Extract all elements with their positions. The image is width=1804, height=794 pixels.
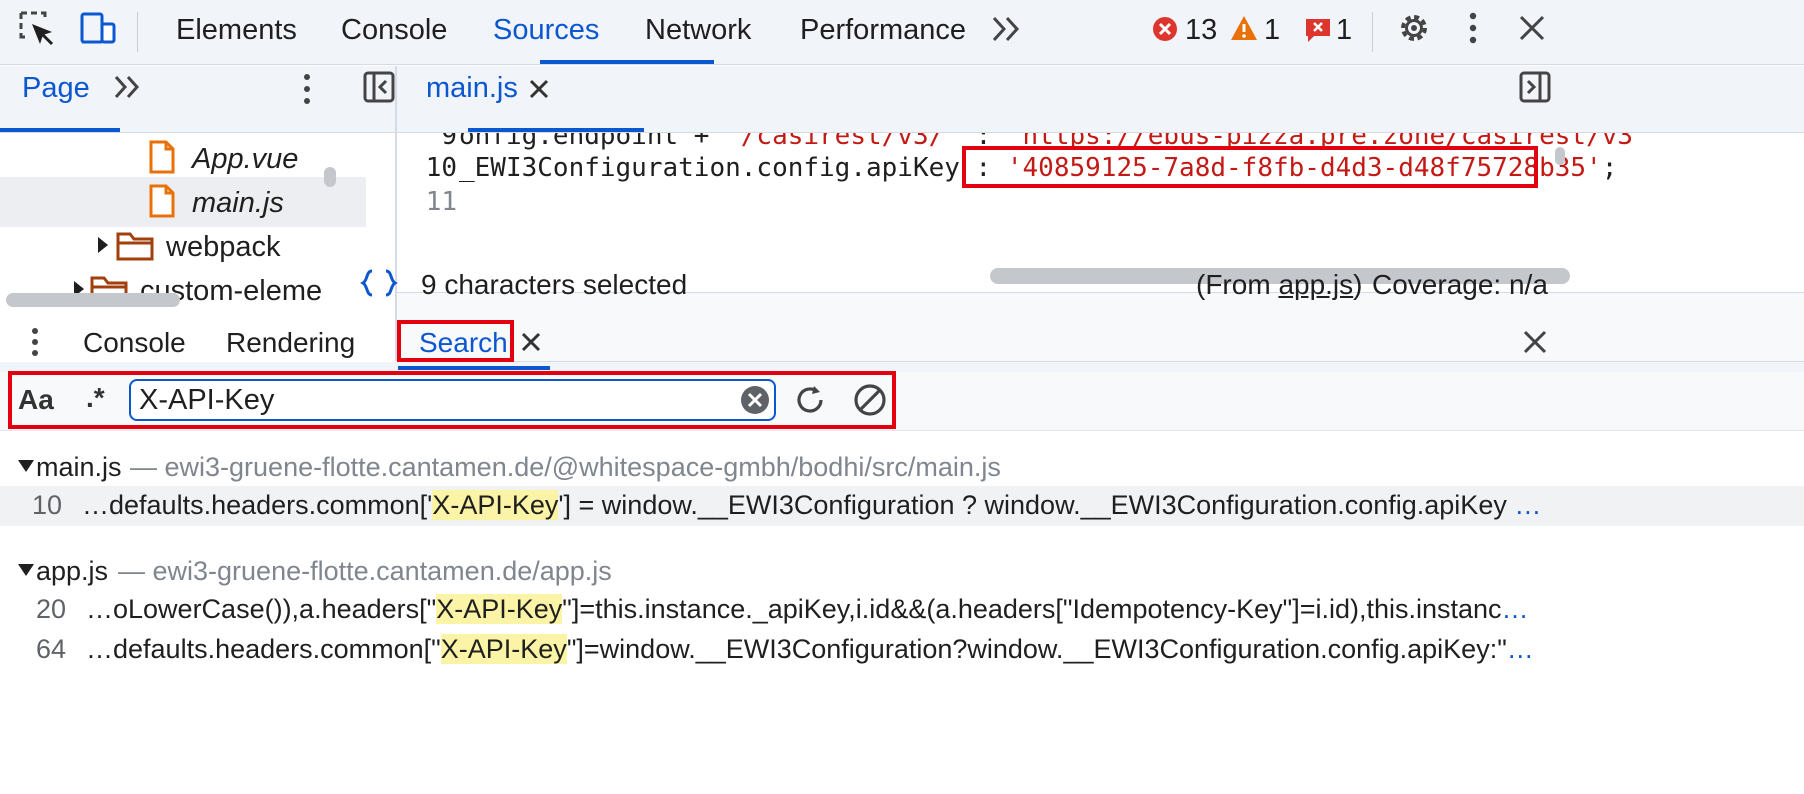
tab-page[interactable]: Page [22, 72, 90, 105]
editor-statusbar [397, 292, 1804, 362]
active-tab-indicator [0, 128, 120, 132]
folder-icon [116, 232, 154, 261]
tree-item-label: App.vue [192, 143, 299, 175]
file-icon [149, 184, 175, 218]
toolbar-separator [137, 12, 138, 52]
toggle-debugger-icon[interactable] [1518, 70, 1552, 104]
line-number: 11 [425, 187, 457, 217]
tab-sources[interactable]: Sources [493, 14, 599, 47]
tree-item-main-js[interactable]: main.js [0, 177, 366, 227]
more-tabs-icon[interactable] [990, 14, 1022, 44]
tree-vscrollbar[interactable] [324, 167, 336, 187]
active-tab-indicator [540, 60, 714, 64]
result-match-text: …oLowerCase()),a.headers["X-API-Key"]=th… [86, 594, 1529, 624]
result-file-name: main.js [36, 452, 122, 482]
toggle-navigator-icon[interactable] [362, 70, 396, 104]
result-match-text: …defaults.headers.common["X-API-Key"]=wi… [86, 634, 1534, 664]
warning-icon[interactable] [1229, 14, 1259, 42]
error-icon[interactable] [1151, 15, 1179, 43]
close-tab-icon[interactable] [520, 331, 542, 353]
tree-item-label: main.js [192, 187, 284, 219]
search-tab-highlight-box [397, 320, 514, 362]
result-file-name: app.js [36, 556, 109, 586]
error-count[interactable]: 13 [1185, 14, 1217, 47]
editor-vscrollbar[interactable] [1555, 147, 1565, 165]
result-file-path: — ewi3-gruene-flotte.cantamen.de/@whites… [130, 452, 1001, 482]
file-icon [149, 140, 175, 174]
line-number: 10 [425, 153, 457, 183]
close-drawer-icon[interactable] [1521, 328, 1549, 356]
collapse-arrow-icon[interactable] [16, 562, 36, 578]
coverage-status: Coverage: n/a [1372, 269, 1548, 300]
device-toolbar-icon[interactable] [78, 10, 118, 48]
result-file-header[interactable]: main.js — ewi3-gruene-flotte.cantamen.de… [0, 446, 1804, 486]
toolbar-separator [1372, 12, 1373, 52]
result-match-text: …defaults.headers.common['X-API-Key'] = … [82, 490, 1542, 520]
editor-tabbar [397, 66, 1804, 133]
source-origin: (From app.js) [1196, 269, 1363, 300]
pretty-print-icon[interactable] [360, 268, 398, 298]
close-devtools-icon[interactable] [1516, 12, 1548, 44]
warning-count[interactable]: 1 [1264, 14, 1280, 47]
api-key-highlight-box [962, 146, 1538, 188]
issue-icon[interactable] [1304, 16, 1332, 44]
editor-file-tab[interactable]: main.js [426, 72, 518, 105]
tab-network[interactable]: Network [645, 14, 751, 47]
result-line-number: 64 [35, 634, 66, 664]
file-tree: App.vue main.js webpack custom-eleme [0, 133, 395, 355]
result-file-header[interactable]: app.js — ewi3-gruene-flotte.cantamen.de/… [0, 550, 1804, 590]
result-line-number: 20 [35, 594, 66, 624]
expand-arrow-icon[interactable] [96, 235, 110, 255]
tree-item-app-vue[interactable]: App.vue [0, 133, 366, 183]
result-match-row[interactable]: 10 …defaults.headers.common['X-API-Key']… [0, 486, 1804, 526]
close-tab-icon[interactable] [528, 78, 550, 100]
kebab-menu-icon[interactable] [1466, 10, 1480, 46]
active-tab-indicator [398, 366, 550, 370]
collapse-arrow-icon[interactable] [16, 458, 36, 474]
drawer-menu-icon[interactable] [28, 326, 42, 358]
issue-count[interactable]: 1 [1336, 14, 1352, 47]
tree-item-label: webpack [166, 231, 281, 263]
source-origin-link[interactable]: app.js [1278, 269, 1353, 300]
navigator-menu-icon[interactable] [300, 72, 314, 106]
tab-console[interactable]: Console [341, 14, 447, 47]
result-file-path: — ewi3-gruene-flotte.cantamen.de/app.js [118, 556, 612, 586]
inspect-element-icon[interactable] [18, 10, 56, 48]
line-number: 9 [441, 133, 457, 151]
result-line-number: 10 [31, 490, 62, 520]
drawer-tab-rendering[interactable]: Rendering [226, 327, 355, 359]
drawer-tab-console[interactable]: Console [83, 327, 186, 359]
result-match-row[interactable]: 20 …oLowerCase()),a.headers["X-API-Key"]… [0, 590, 1804, 630]
tree-item-webpack[interactable]: webpack [0, 221, 366, 271]
tab-performance[interactable]: Performance [800, 14, 966, 47]
tab-elements[interactable]: Elements [176, 14, 297, 47]
more-tabs-icon[interactable] [112, 74, 142, 100]
result-match-row[interactable]: 64 …defaults.headers.common["X-API-Key"]… [0, 630, 1804, 670]
active-tab-indicator [468, 128, 644, 132]
selection-status: 9 characters selected [421, 269, 688, 300]
tree-hscrollbar[interactable] [6, 293, 180, 307]
settings-icon[interactable] [1396, 10, 1432, 46]
tree-item-custom-elements[interactable]: custom-eleme [0, 265, 366, 315]
search-bar-highlight-box [8, 371, 896, 429]
